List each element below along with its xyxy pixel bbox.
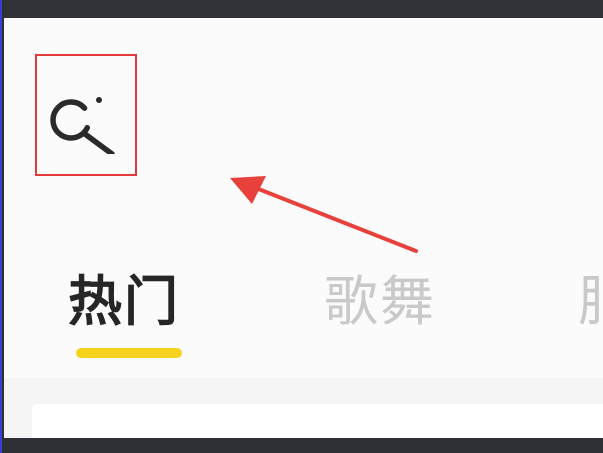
screenshot-frame: 热门 歌舞 肥 [0, 0, 603, 453]
top-status-bar [4, 0, 603, 18]
content-card [32, 404, 603, 438]
tab-partial[interactable]: 肥 [578, 272, 603, 332]
search-icon [50, 97, 115, 154]
tab-song-dance[interactable]: 歌舞 [324, 272, 436, 332]
active-tab-indicator [76, 348, 182, 358]
search-button[interactable] [35, 54, 137, 176]
bottom-bar [4, 438, 603, 453]
page-header: 热门 歌舞 肥 [4, 18, 603, 378]
tab-hot[interactable]: 热门 [68, 272, 180, 332]
app-screen: 热门 歌舞 肥 [4, 18, 603, 438]
